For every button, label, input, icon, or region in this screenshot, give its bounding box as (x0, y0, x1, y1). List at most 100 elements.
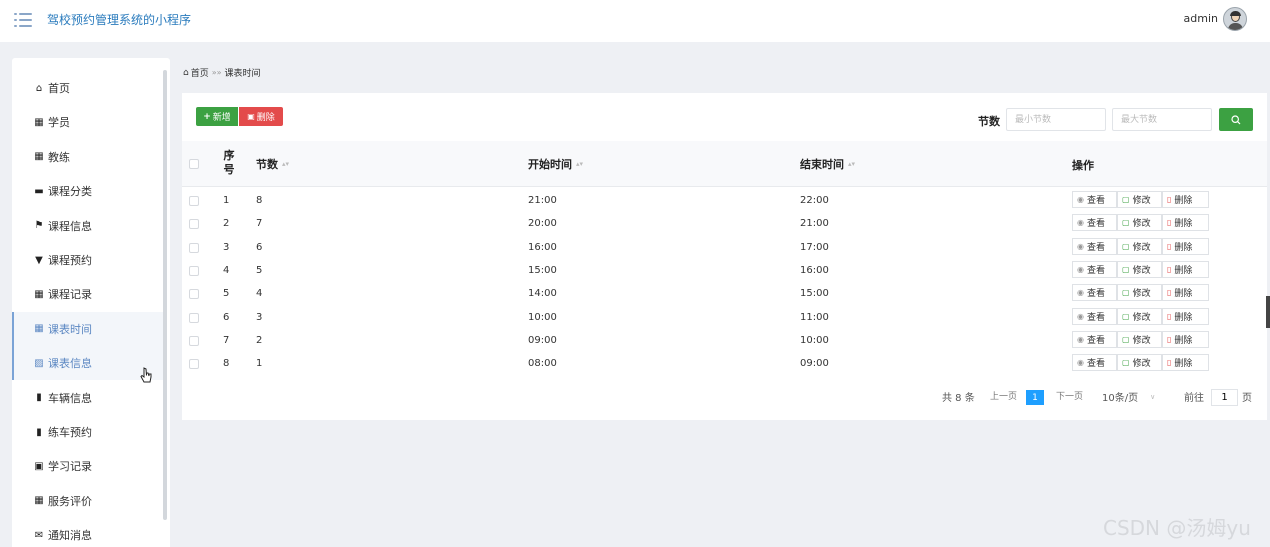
cell-end: 16:00 (800, 264, 829, 276)
sidebar-item-0[interactable]: ⌂ 首页 (12, 71, 164, 105)
sidebar-item-label: 学习记录 (48, 460, 92, 474)
view-label: 查看 (1086, 242, 1105, 253)
sidebar-item-12[interactable]: ▦ 服务评价 (12, 484, 164, 518)
sidebar-item-5[interactable]: ▼ 课程预约 (12, 243, 164, 277)
sidebar-item-10[interactable]: ▮ 练车预约 (12, 415, 164, 449)
edit-label: 修改 (1132, 242, 1151, 253)
pagination-total: 共 8 条 (942, 393, 975, 404)
delete-button[interactable]: ▯ 删除 (1162, 354, 1209, 372)
view-button[interactable]: ◉ 查看 (1072, 191, 1117, 208)
edit-button[interactable]: ▢ 修改 (1117, 307, 1162, 325)
view-button[interactable]: ◉ 查看 (1072, 330, 1117, 348)
edit-icon: ▢ (1122, 288, 1130, 298)
delete-label: 删除 (1174, 335, 1193, 346)
watermark: CSDN @汤姆yu (1103, 516, 1251, 540)
row-checkbox[interactable] (189, 196, 199, 206)
column-header-section[interactable]: 节数 ▴▾ (256, 156, 289, 172)
trash-icon: ▯ (1167, 218, 1172, 228)
sidebar-item-label: 首页 (48, 82, 70, 95)
bulk-delete-button[interactable]: ▣ 删除 (239, 107, 283, 126)
sidebar-item-1[interactable]: ▦ 学员 (12, 105, 164, 139)
select-all-checkbox[interactable] (189, 159, 199, 169)
window-edge-handle[interactable] (1266, 296, 1270, 328)
view-label: 查看 (1086, 196, 1105, 206)
search-icon (1231, 114, 1241, 124)
sidebar-item-label: 课表信息 (48, 357, 92, 371)
bar-chart-icon: ▮ (36, 426, 42, 438)
sidebar-item-label: 课表时间 (48, 322, 92, 336)
sidebar-item-13[interactable]: ✉ 通知消息 (12, 518, 164, 547)
row-checkbox[interactable] (189, 242, 199, 253)
grid-icon: ▦ (34, 116, 44, 128)
page-size-select[interactable]: 10条/页 ∨ (1102, 389, 1155, 405)
cell-index: 3 (223, 241, 230, 253)
view-button[interactable]: ◉ 查看 (1072, 237, 1117, 255)
edit-label: 修改 (1132, 335, 1151, 346)
edit-button[interactable]: ▢ 修改 (1117, 237, 1162, 255)
sidebar-item-3[interactable]: ▬ 课程分类 (12, 174, 164, 208)
view-button[interactable]: ◉ 查看 (1072, 214, 1117, 232)
view-button[interactable]: ◉ 查看 (1072, 260, 1117, 278)
delete-button[interactable]: ▯ 删除 (1162, 307, 1209, 325)
sidebar-item-2[interactable]: ▦ 教练 (12, 140, 164, 174)
delete-button[interactable]: ▯ 删除 (1162, 260, 1209, 278)
sidebar-item-4[interactable]: ⚑ 课程信息 (12, 209, 164, 243)
breadcrumb-home[interactable]: 首页 (191, 66, 209, 79)
sidebar-item-9[interactable]: ▮ 车辆信息 (12, 381, 164, 415)
eye-icon: ◉ (1077, 218, 1084, 228)
delete-label: 删除 (1174, 265, 1193, 276)
pagination-current-page[interactable]: 1 (1026, 390, 1044, 405)
breadcrumb-current: 课表时间 (224, 69, 261, 79)
view-label: 查看 (1086, 289, 1105, 300)
sidebar-item-7[interactable]: ▦ 课表时间 (12, 311, 164, 346)
edit-button[interactable]: ▢ 修改 (1117, 260, 1162, 278)
sidebar-item-6[interactable]: ▦ 课程记录 (12, 277, 164, 311)
row-checkbox[interactable] (189, 359, 199, 370)
sidebar-item-11[interactable]: ▣ 学习记录 (12, 449, 164, 483)
view-button[interactable]: ◉ 查看 (1072, 354, 1117, 372)
row-checkbox[interactable] (189, 312, 199, 323)
user-name[interactable]: admin (1184, 12, 1218, 25)
cell-section: 3 (256, 311, 263, 323)
sidebar-item-label: 服务评价 (48, 494, 92, 508)
view-button[interactable]: ◉ 查看 (1072, 284, 1117, 302)
trash-icon: ▯ (1167, 241, 1172, 251)
delete-button[interactable]: ▯ 删除 (1162, 214, 1209, 232)
pagination-prev[interactable]: 上一页 (990, 389, 1017, 402)
edit-button[interactable]: ▢ 修改 (1117, 284, 1162, 302)
sort-icon[interactable]: ▴▾ (576, 160, 583, 168)
table-row: 7 2 09:00 10:00 ◉ 查看 ▢ 修改 ▯ 删除 (182, 329, 1267, 352)
delete-button[interactable]: ▯ 删除 (1162, 191, 1209, 208)
edit-icon: ▢ (1122, 195, 1130, 204)
column-header-end[interactable]: 结束时间 ▴▾ (800, 156, 855, 172)
delete-button[interactable]: ▯ 删除 (1162, 330, 1209, 348)
page-size-value: 10条/页 (1102, 393, 1139, 404)
view-button[interactable]: ◉ 查看 (1072, 307, 1117, 325)
menu-toggle-icon[interactable] (14, 12, 32, 28)
sidebar-scrollbar[interactable] (163, 70, 167, 520)
row-checkbox[interactable] (189, 219, 199, 230)
edit-button[interactable]: ▢ 修改 (1117, 354, 1162, 372)
row-checkbox[interactable] (189, 265, 199, 276)
cell-section: 6 (256, 241, 263, 253)
edit-button[interactable]: ▢ 修改 (1117, 214, 1162, 232)
add-button[interactable]: + 新增 (196, 107, 238, 126)
column-header-start[interactable]: 开始时间 ▴▾ (528, 156, 583, 172)
goto-page-input[interactable] (1211, 389, 1238, 406)
sort-icon[interactable]: ▴▾ (282, 160, 289, 168)
min-section-input[interactable] (1006, 108, 1106, 131)
max-section-input[interactable] (1112, 108, 1212, 131)
row-checkbox[interactable] (189, 335, 199, 346)
pagination-next[interactable]: 下一页 (1056, 389, 1083, 402)
delete-button[interactable]: ▯ 删除 (1162, 284, 1209, 302)
edit-button[interactable]: ▢ 修改 (1117, 330, 1162, 348)
avatar[interactable] (1223, 7, 1247, 31)
trash-icon: ▯ (1167, 288, 1172, 298)
sort-icon[interactable]: ▴▾ (848, 160, 855, 168)
delete-button[interactable]: ▯ 删除 (1162, 237, 1209, 255)
row-checkbox[interactable] (189, 289, 199, 300)
edit-icon: ▢ (1122, 311, 1130, 321)
edit-button[interactable]: ▢ 修改 (1117, 191, 1162, 208)
search-button[interactable] (1219, 108, 1253, 131)
delete-label: 删除 (1174, 242, 1193, 253)
